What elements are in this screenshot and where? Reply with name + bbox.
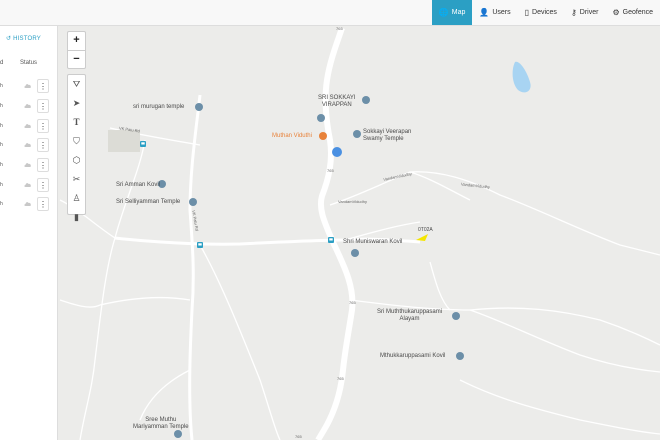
bus-stop-icon (197, 242, 203, 248)
zoom-in-button[interactable]: + (68, 32, 85, 51)
cloud-icon (24, 84, 31, 88)
road-label: 765 (336, 26, 343, 31)
row-menu-button[interactable]: ⋮ (37, 178, 49, 192)
row-menu-button[interactable]: ⋮ (37, 99, 49, 113)
nav-driver[interactable]: ⚷ Driver (564, 0, 606, 25)
vehicle-label: 0T02A (418, 227, 433, 233)
building-block (108, 130, 140, 152)
column-header-status: Status (20, 60, 38, 66)
bus-stop-icon (140, 141, 146, 147)
nav-devices[interactable]: ▯ Devices (518, 0, 564, 25)
device-time: h (0, 162, 3, 168)
bus-stop-icon (328, 237, 334, 243)
text-icon[interactable]: T (68, 113, 85, 132)
cloud-icon (24, 104, 31, 108)
nav-geofence-label: Geofence (622, 9, 653, 16)
zoom-control: + − (67, 31, 86, 69)
poi-label: Mthukkaruppasami Kovil (380, 353, 446, 359)
poi-label: Sree Muthu Mariyamman Temple (133, 417, 189, 430)
key-icon: ⚷ (570, 8, 577, 17)
column-header-d: d (0, 60, 4, 66)
nav-map-label: Map (451, 9, 466, 16)
device-row[interactable]: h ⋮ (0, 137, 57, 155)
poi-label: Muthan Viduthi (272, 133, 312, 139)
cloud-icon (24, 143, 31, 147)
location-pin-icon (332, 147, 342, 157)
poi-label: Shri Muniswaran Kovil (343, 239, 403, 245)
road-label: VandamVidudhy (338, 199, 367, 204)
history-label: HISTORY (13, 36, 41, 42)
navigate-icon[interactable]: ➤ (68, 94, 85, 113)
person-icon[interactable]: ♙ (68, 189, 85, 208)
restaurant-pin-icon (319, 132, 327, 140)
device-row[interactable]: h ⋮ (0, 98, 57, 116)
row-menu-button[interactable]: ⋮ (37, 79, 49, 93)
row-menu-button[interactable]: ⋮ (37, 158, 49, 172)
cloud-icon (24, 163, 31, 167)
gear-icon: ⚙ (612, 8, 620, 17)
road-label: 765 (349, 300, 356, 305)
cloud-icon (24, 124, 31, 128)
nav-users[interactable]: 👤 Users (472, 0, 517, 25)
device-time: h (0, 83, 3, 89)
device-row[interactable]: h ⋮ (0, 196, 57, 214)
history-button[interactable]: ↺ HISTORY (6, 35, 41, 42)
road-label: 765 (295, 434, 302, 439)
nav-users-label: Users (492, 9, 511, 16)
shield-icon[interactable]: ⛉ (68, 132, 85, 151)
device-time: h (0, 201, 3, 207)
poi-label: SRI SOKKAYI VIRAPPAN (318, 95, 356, 108)
poi-label: sri murugan temple (133, 104, 185, 110)
device-row[interactable]: h ⋮ (0, 78, 57, 96)
device-time: h (0, 123, 3, 129)
poi-label: Sokkayi Veerapan Swamy Temple (363, 129, 412, 142)
nav-devices-label: Devices (532, 9, 557, 16)
device-time: h (0, 142, 3, 148)
row-menu-button[interactable]: ⋮ (37, 119, 49, 133)
poi-label: Sri Amman Kovil (116, 182, 161, 188)
map-tools: ⛛ ➤ T ⛉ ⬡ ✂ ♙ ▮ (67, 74, 86, 222)
mobile-icon: ▯ (524, 8, 530, 17)
user-icon: 👤 (479, 8, 490, 17)
road-icon[interactable]: ⛛ (68, 75, 85, 94)
row-menu-button[interactable]: ⋮ (37, 138, 49, 152)
history-icon: ↺ (6, 36, 12, 42)
device-row[interactable]: h ⋮ (0, 118, 57, 136)
device-panel: ↺ HISTORY d Status h ⋮ h ⋮ h ⋮ h ⋮ h ⋮ h… (0, 26, 58, 440)
polygon-icon[interactable]: ⬡ (68, 151, 85, 170)
device-time: h (0, 103, 3, 109)
nav-geofence[interactable]: ⚙ Geofence (605, 0, 660, 25)
nav-map[interactable]: 🌐 Map (431, 0, 473, 25)
top-bar: 🌐 Map 👤 Users ▯ Devices ⚷ Driver ⚙ Geofe… (0, 0, 660, 26)
map-canvas[interactable] (0, 0, 660, 440)
nav-driver-label: Driver (579, 9, 599, 16)
road-label: 765 (337, 376, 344, 381)
main-nav: 🌐 Map 👤 Users ▯ Devices ⚷ Driver ⚙ Geofe… (431, 0, 660, 25)
scissors-icon[interactable]: ✂ (68, 170, 85, 189)
traffic-light-icon[interactable]: ▮ (68, 208, 85, 227)
device-time: h (0, 182, 3, 188)
road-label: 765 (327, 168, 334, 173)
row-menu-button[interactable]: ⋮ (37, 197, 49, 211)
poi-label: Sri Selliyamman Temple (116, 199, 181, 205)
globe-icon: 🌐 (438, 8, 449, 17)
cloud-icon (24, 183, 31, 187)
device-row[interactable]: h ⋮ (0, 157, 57, 175)
device-row[interactable]: h ⋮ (0, 177, 57, 195)
cloud-icon (24, 202, 31, 206)
zoom-out-button[interactable]: − (68, 51, 85, 69)
poi-label: Sri Muththukaruppasami Alayam (377, 309, 443, 322)
